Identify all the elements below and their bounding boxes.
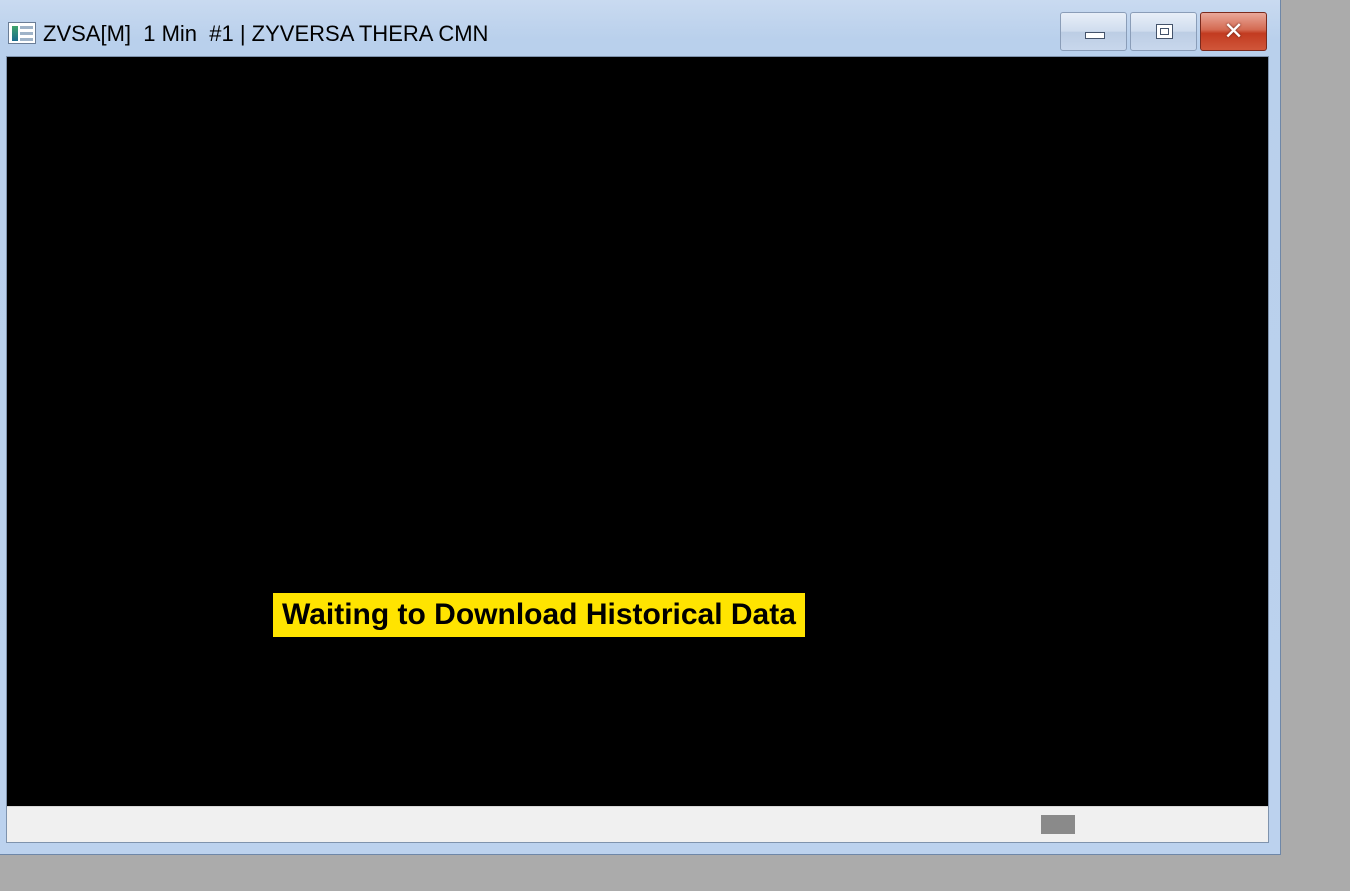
download-status-message: Waiting to Download Historical Data [273,593,805,637]
close-icon: ✕ [1223,18,1244,45]
title-bar[interactable]: ZVSA[M] 1 Min #1 | ZYVERSA THERA CMN ✕ [0,0,1281,56]
chart-window-icon[interactable] [8,22,36,44]
maximize-button[interactable] [1130,12,1197,51]
maximize-icon [1156,24,1173,39]
scrollbar-thumb[interactable] [1041,815,1075,834]
close-button[interactable]: ✕ [1200,12,1267,51]
chart-window: ZVSA[M] 1 Min #1 | ZYVERSA THERA CMN ✕ W… [0,0,1281,855]
desktop-background: ZVSA[M] 1 Min #1 | ZYVERSA THERA CMN ✕ W… [0,0,1350,891]
horizontal-scrollbar[interactable] [7,806,1268,842]
window-title: ZVSA[M] 1 Min #1 | ZYVERSA THERA CMN [43,21,489,46]
chart-client-area: Waiting to Download Historical Data [6,56,1269,843]
minimize-icon [1085,32,1105,39]
minimize-button[interactable] [1060,12,1127,51]
chart-canvas[interactable]: Waiting to Download Historical Data [7,57,1268,806]
